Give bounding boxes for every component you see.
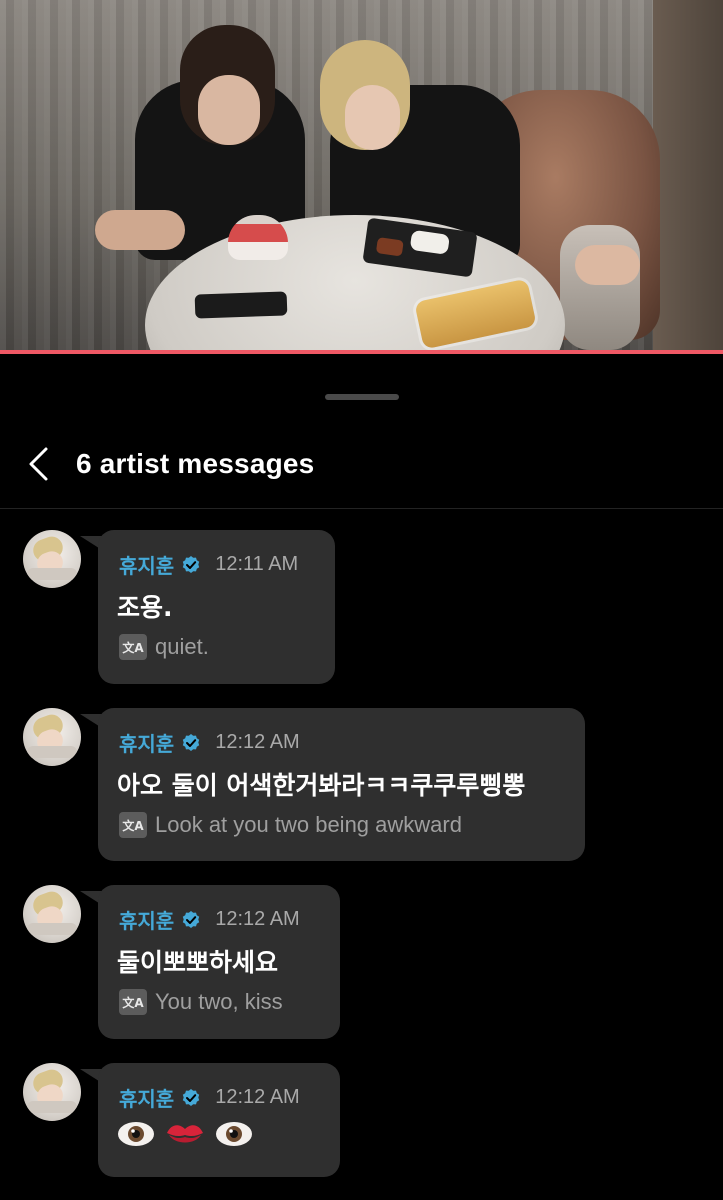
kiss-mark-icon xyxy=(167,1125,203,1143)
avatar-arm xyxy=(27,746,77,758)
author-name: 휴지훈 xyxy=(119,909,175,933)
author-name: 휴지훈 xyxy=(119,1087,175,1111)
message-bubble[interactable]: 휴지훈 12:11 AM 조용. 文A quiet. xyxy=(98,530,335,684)
message-text: 둘이뽀뽀하세요 xyxy=(117,948,279,977)
eye-emoji-icon xyxy=(216,1122,252,1146)
avatar[interactable] xyxy=(23,1063,81,1121)
emoji-row xyxy=(117,1121,253,1147)
message-time: 12:12 AM xyxy=(215,908,300,930)
avatar[interactable] xyxy=(23,530,81,588)
video-progress-fill xyxy=(0,350,723,354)
video-player[interactable] xyxy=(0,0,723,352)
video-meat xyxy=(375,237,404,257)
eye-emoji-icon xyxy=(118,1122,154,1146)
avatar[interactable] xyxy=(23,708,81,766)
back-button[interactable] xyxy=(18,444,58,484)
avatar-arm xyxy=(27,1101,77,1113)
translation-row[interactable]: 文A Look at you two being awkward xyxy=(119,812,462,838)
verified-badge-icon xyxy=(183,555,200,573)
translate-icon: 文A xyxy=(119,634,147,660)
video-chair-arm xyxy=(560,225,640,350)
translate-icon: 文A xyxy=(119,812,147,838)
verified-badge-icon xyxy=(183,910,200,928)
verified-badge-icon xyxy=(183,1088,200,1106)
translation-text: You two, kiss xyxy=(155,989,283,1014)
translation-text: quiet. xyxy=(155,634,209,659)
message-bubble[interactable]: 휴지훈 12:12 AM xyxy=(98,1063,340,1177)
translate-icon: 文A xyxy=(119,989,147,1015)
message-meta: 휴지훈 12:12 AM xyxy=(119,728,300,757)
video-phone xyxy=(194,291,288,319)
chevron-left-icon xyxy=(29,447,48,481)
message-meta: 휴지훈 12:11 AM xyxy=(119,550,298,579)
message-time: 12:12 AM xyxy=(215,731,300,753)
avatar[interactable] xyxy=(23,885,81,943)
author-name: 휴지훈 xyxy=(119,732,175,756)
video-arm-left xyxy=(95,210,185,250)
sheet-drag-handle[interactable] xyxy=(325,394,399,400)
translation-row[interactable]: 文A quiet. xyxy=(119,634,209,660)
video-noodle-cup xyxy=(228,215,288,260)
video-person-right-face xyxy=(345,85,400,150)
message-bubble[interactable]: 휴지훈 12:12 AM 아오 둘이 어색한거봐라ㅋㅋ쿠쿠루삥뽕 文A Look… xyxy=(98,708,585,861)
message-time: 12:12 AM xyxy=(215,1086,300,1108)
header-divider xyxy=(0,508,723,509)
messages-header: 6 artist messages xyxy=(0,430,723,506)
video-person-left-face xyxy=(198,75,260,145)
message-bubble[interactable]: 휴지훈 12:12 AM 둘이뽀뽀하세요 文A You two, kiss xyxy=(98,885,340,1039)
message-meta: 휴지훈 12:12 AM xyxy=(119,1083,300,1112)
message-text: 조용. xyxy=(117,593,173,622)
translation-row[interactable]: 文A You two, kiss xyxy=(119,989,283,1015)
avatar-arm xyxy=(27,568,77,580)
avatar-arm xyxy=(27,923,77,935)
video-progress-bar[interactable] xyxy=(0,350,723,354)
translation-text: Look at you two being awkward xyxy=(155,812,462,837)
message-text: 아오 둘이 어색한거봐라ㅋㅋ쿠쿠루삥뽕 xyxy=(117,771,526,800)
message-meta: 휴지훈 12:12 AM xyxy=(119,905,300,934)
video-arm-right xyxy=(575,245,640,285)
author-name: 휴지훈 xyxy=(119,554,175,578)
video-rice xyxy=(409,229,451,255)
message-time: 12:11 AM xyxy=(215,553,299,575)
page-title: 6 artist messages xyxy=(76,448,315,479)
verified-badge-icon xyxy=(183,733,200,751)
video-wall xyxy=(653,0,723,352)
